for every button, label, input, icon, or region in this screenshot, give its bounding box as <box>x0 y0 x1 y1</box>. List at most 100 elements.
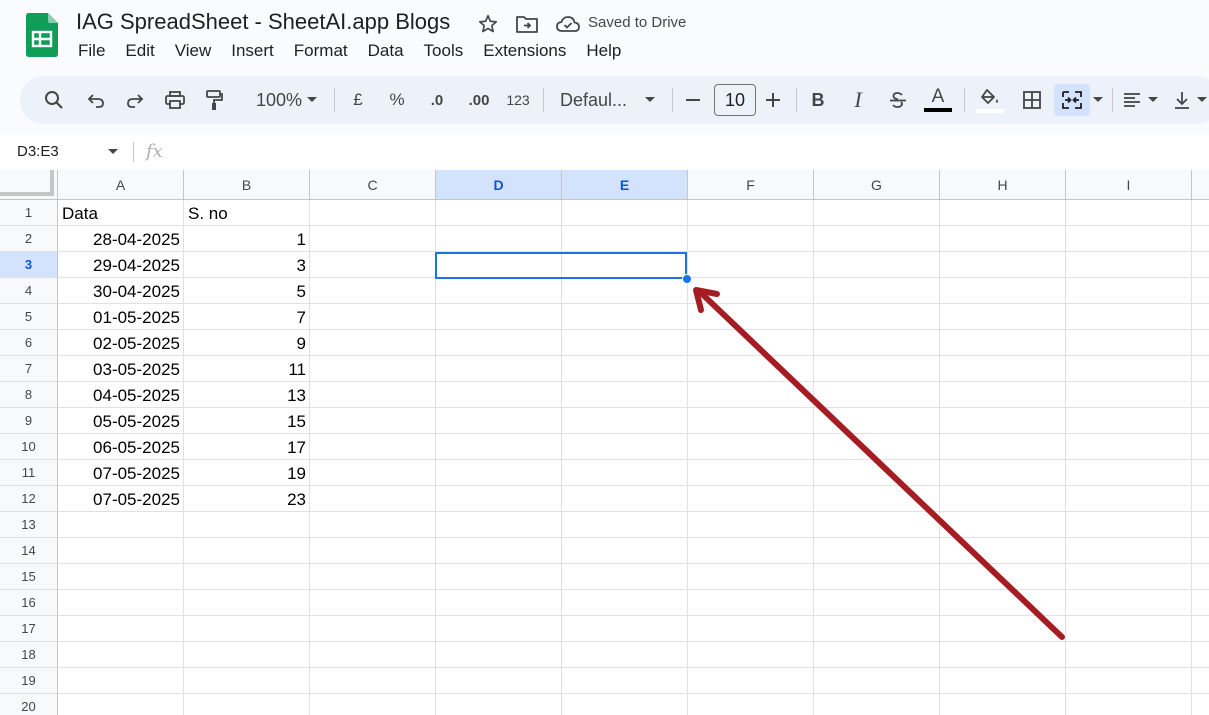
cell-a9[interactable]: 05-05-2025 <box>58 408 184 434</box>
cell-a2[interactable]: 28-04-2025 <box>58 226 184 252</box>
cell-a11[interactable]: 07-05-2025 <box>58 460 184 486</box>
cell-a12[interactable]: 07-05-2025 <box>58 486 184 512</box>
sheet-grid[interactable]: ABCDEFGHI 1 2 3 4 5 6 7 8 9 10 11 12 13 14 15 16 17 18 19 2… <box>0 170 1209 715</box>
row-header-13[interactable]: 13 <box>0 512 58 538</box>
cell-a10[interactable]: 06-05-2025 <box>58 434 184 460</box>
column-header-b[interactable]: B <box>184 170 310 200</box>
row-header-19[interactable]: 19 <box>0 668 58 694</box>
decrease-font-size-icon[interactable] <box>682 84 704 116</box>
cell-b3[interactable]: 3 <box>184 252 310 278</box>
column-header-i[interactable]: I <box>1066 170 1192 200</box>
font-size-input[interactable]: 10 <box>714 84 756 116</box>
cell-a8[interactable]: 04-05-2025 <box>58 382 184 408</box>
paint-format-icon[interactable] <box>200 84 228 116</box>
cell-b11[interactable]: 19 <box>184 460 310 486</box>
cell-a1[interactable]: Data <box>58 200 184 226</box>
text-color-button[interactable]: A <box>922 84 954 116</box>
align-dropdown-icon[interactable] <box>1146 84 1160 116</box>
fill-handle[interactable] <box>682 274 692 284</box>
move-folder-icon[interactable] <box>515 12 539 36</box>
cell-a5[interactable]: 01-05-2025 <box>58 304 184 330</box>
row-header-12[interactable]: 12 <box>0 486 58 512</box>
row-header-2[interactable]: 2 <box>0 226 58 252</box>
row-header-14[interactable]: 14 <box>0 538 58 564</box>
vertical-align-icon[interactable] <box>1170 84 1194 116</box>
search-menus-icon[interactable] <box>40 84 68 116</box>
column-header-partial[interactable] <box>1192 170 1209 200</box>
name-box-dropdown-icon[interactable] <box>107 148 119 156</box>
cell-b10[interactable]: 17 <box>184 434 310 460</box>
column-header-g[interactable]: G <box>814 170 940 200</box>
fill-color-icon[interactable] <box>974 84 1006 116</box>
print-icon[interactable] <box>161 84 189 116</box>
redo-icon[interactable] <box>121 84 149 116</box>
currency-format-button[interactable]: £ <box>346 84 370 116</box>
column-header-e[interactable]: E <box>562 170 688 200</box>
menu-edit[interactable]: Edit <box>115 40 164 62</box>
cell-b2[interactable]: 1 <box>184 226 310 252</box>
row-header-10[interactable]: 10 <box>0 434 58 460</box>
row-header-18[interactable]: 18 <box>0 642 58 668</box>
cell-a6[interactable]: 02-05-2025 <box>58 330 184 356</box>
row-header-8[interactable]: 8 <box>0 382 58 408</box>
menu-help[interactable]: Help <box>576 40 631 62</box>
row-header-6[interactable]: 6 <box>0 330 58 356</box>
name-box[interactable]: D3:E3 <box>17 143 59 160</box>
row-header-15[interactable]: 15 <box>0 564 58 590</box>
menu-extensions[interactable]: Extensions <box>473 40 576 62</box>
column-header-d[interactable]: D <box>436 170 562 200</box>
sheets-logo-icon[interactable] <box>26 13 58 57</box>
cell-a3[interactable]: 29-04-2025 <box>58 252 184 278</box>
row-header-9[interactable]: 9 <box>0 408 58 434</box>
cell-a4[interactable]: 30-04-2025 <box>58 278 184 304</box>
horizontal-align-icon[interactable] <box>1120 84 1144 116</box>
cell-a7[interactable]: 03-05-2025 <box>58 356 184 382</box>
cell-b4[interactable]: 5 <box>184 278 310 304</box>
row-header-20[interactable]: 20 <box>0 694 58 715</box>
menu-view[interactable]: View <box>165 40 222 62</box>
cell-b12[interactable]: 23 <box>184 486 310 512</box>
zoom-dropdown-icon[interactable] <box>304 84 320 116</box>
italic-button[interactable]: I <box>846 84 870 116</box>
bold-button[interactable]: B <box>806 84 830 116</box>
merge-dropdown-icon[interactable] <box>1090 84 1106 116</box>
cell-b7[interactable]: 11 <box>184 356 310 382</box>
cell-b5[interactable]: 7 <box>184 304 310 330</box>
menu-format[interactable]: Format <box>284 40 358 62</box>
cell-b8[interactable]: 13 <box>184 382 310 408</box>
row-header-11[interactable]: 11 <box>0 460 58 486</box>
increase-font-size-icon[interactable] <box>762 84 784 116</box>
column-header-f[interactable]: F <box>688 170 814 200</box>
valign-dropdown-icon[interactable] <box>1196 84 1208 116</box>
column-header-c[interactable]: C <box>310 170 436 200</box>
document-title[interactable]: IAG SpreadSheet - SheetAI.app Blogs <box>76 9 450 35</box>
column-header-a[interactable]: A <box>58 170 184 200</box>
row-header-5[interactable]: 5 <box>0 304 58 330</box>
cell-b1[interactable]: S. no <box>184 200 310 226</box>
menu-data[interactable]: Data <box>358 40 414 62</box>
star-icon[interactable] <box>476 12 500 36</box>
more-formats-button[interactable]: 123 <box>502 84 534 116</box>
font-select[interactable]: Defaul... <box>560 84 640 116</box>
menu-file[interactable]: File <box>68 40 115 62</box>
row-header-3[interactable]: 3 <box>0 252 58 278</box>
borders-icon[interactable] <box>1018 84 1046 116</box>
selected-range-d3-e3[interactable] <box>435 252 687 279</box>
select-all-corner[interactable] <box>0 170 58 200</box>
cloud-saved-icon[interactable] <box>555 12 581 36</box>
cell-b6[interactable]: 9 <box>184 330 310 356</box>
strikethrough-icon[interactable] <box>886 84 910 116</box>
font-dropdown-icon[interactable] <box>642 84 658 116</box>
undo-icon[interactable] <box>82 84 110 116</box>
increase-decimal-button[interactable]: .00 <box>462 84 496 116</box>
merge-cells-icon[interactable] <box>1054 84 1090 116</box>
row-header-16[interactable]: 16 <box>0 590 58 616</box>
column-header-h[interactable]: H <box>940 170 1066 200</box>
row-header-7[interactable]: 7 <box>0 356 58 382</box>
row-header-1[interactable]: 1 <box>0 200 58 226</box>
decrease-decimal-button[interactable]: .0 <box>422 84 452 116</box>
cell-b9[interactable]: 15 <box>184 408 310 434</box>
row-header-17[interactable]: 17 <box>0 616 58 642</box>
menu-tools[interactable]: Tools <box>414 40 474 62</box>
percent-format-button[interactable]: % <box>385 84 409 116</box>
